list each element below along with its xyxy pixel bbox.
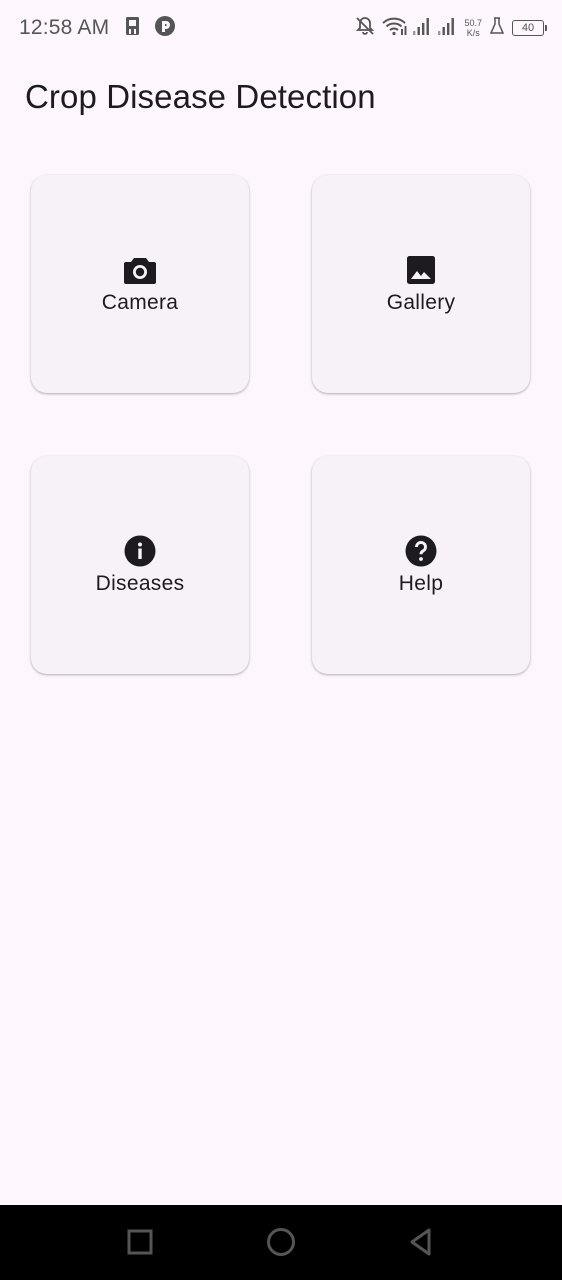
app-icon: [154, 15, 176, 42]
diseases-label: Diseases: [95, 572, 185, 595]
signal-icon: [412, 15, 432, 42]
recents-button[interactable]: [123, 1225, 157, 1259]
help-label: Help: [398, 572, 444, 595]
net-speed-value: 50.7: [464, 18, 482, 28]
back-button[interactable]: [404, 1225, 438, 1259]
battery-icon: 40: [512, 20, 547, 36]
page-title: Crop Disease Detection: [25, 78, 376, 115]
battery-level: 40: [521, 22, 535, 34]
home-button[interactable]: [264, 1225, 298, 1259]
status-right-icons: 50.7 K/s 40: [354, 14, 547, 42]
camera-icon: [123, 253, 157, 287]
diseases-card[interactable]: Diseases: [31, 456, 249, 674]
status-time: 12:58 AM: [19, 16, 110, 39]
gallery-label: Gallery: [386, 291, 456, 314]
image-icon: [404, 253, 438, 287]
camera-label: Camera: [101, 291, 179, 314]
info-icon: [123, 534, 157, 568]
net-speed-unit: K/s: [466, 28, 480, 38]
help-card[interactable]: Help: [312, 456, 530, 674]
system-nav-bar: [0, 1205, 562, 1280]
gallery-card[interactable]: Gallery: [312, 175, 530, 393]
sim-icon: [122, 15, 144, 42]
net-speed: 50.7 K/s: [464, 18, 482, 38]
wifi-icon: [381, 15, 407, 42]
status-bar: 12:58 AM 50.7 K/s 40: [0, 0, 562, 56]
flask-icon: [489, 16, 505, 41]
camera-card[interactable]: Camera: [31, 175, 249, 393]
bell-off-icon: [354, 15, 376, 42]
signal-icon: [437, 15, 457, 42]
status-left-icons: [122, 15, 176, 42]
help-icon: [404, 534, 438, 568]
